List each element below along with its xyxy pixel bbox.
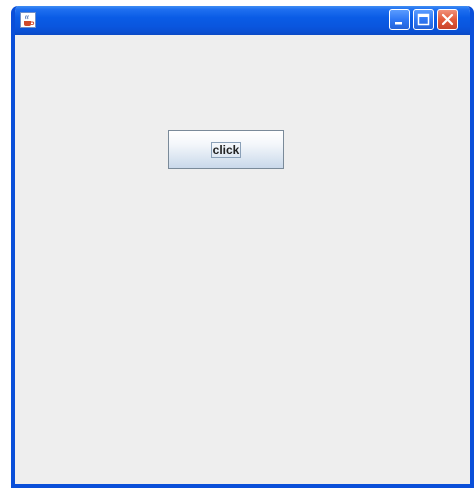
click-button-label: click <box>210 141 242 158</box>
minimize-button[interactable] <box>389 9 410 30</box>
app-window: click <box>11 6 474 488</box>
maximize-icon <box>417 13 430 26</box>
maximize-button[interactable] <box>413 9 434 30</box>
title-bar[interactable] <box>15 6 470 35</box>
click-button[interactable]: click <box>168 130 284 169</box>
java-cup-icon[interactable] <box>20 12 36 28</box>
minimize-icon <box>395 22 402 25</box>
content-pane: click <box>15 35 470 484</box>
close-button[interactable] <box>437 9 458 30</box>
close-icon <box>441 13 454 26</box>
